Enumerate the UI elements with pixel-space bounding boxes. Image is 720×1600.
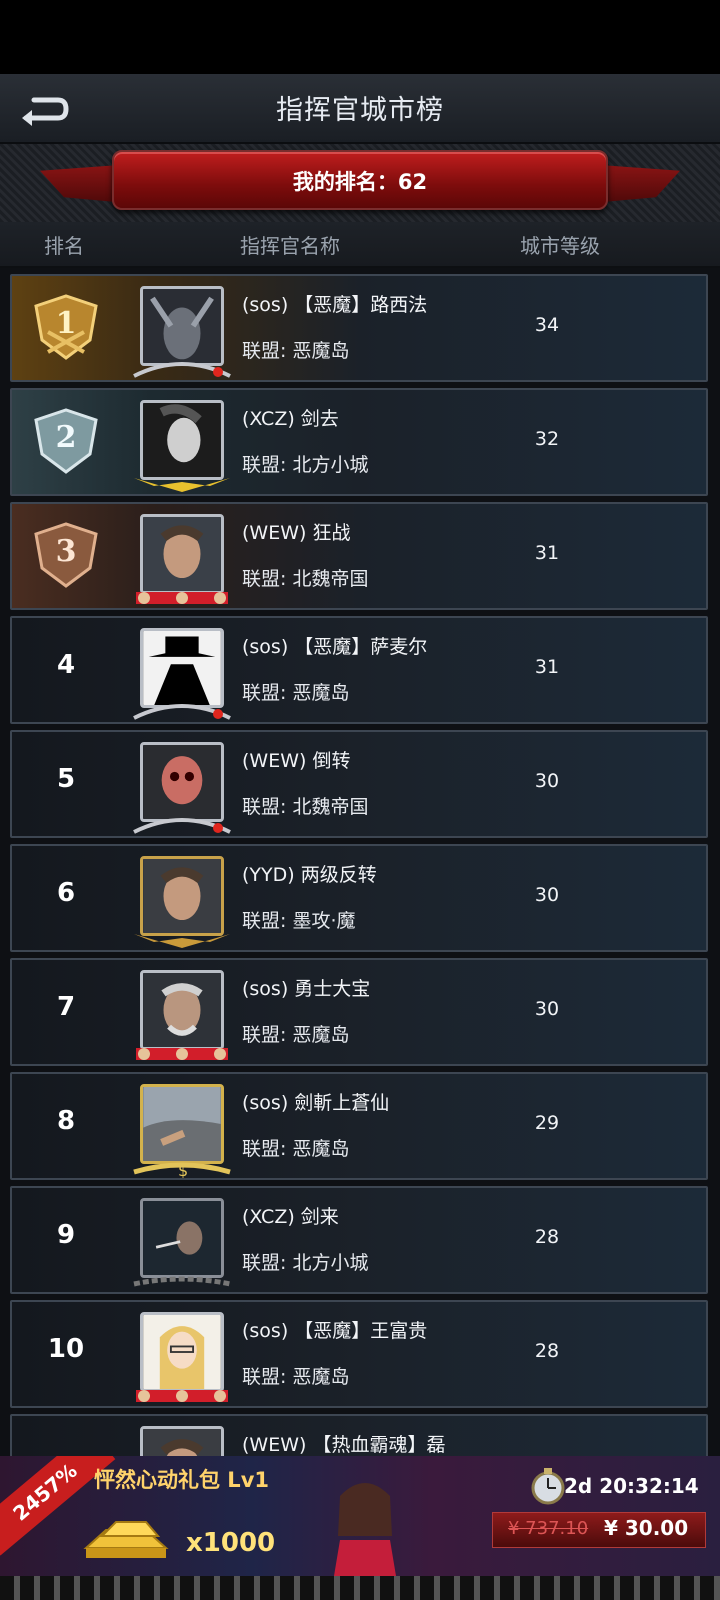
gold-wings-icon bbox=[134, 934, 230, 948]
alliance-name: 联盟: 恶魔岛 bbox=[242, 682, 350, 704]
commander-name: (XCZ) 剑去 bbox=[242, 408, 339, 430]
column-header-rank: 排名 bbox=[44, 234, 84, 258]
ranking-row[interactable]: 2 (XCZ) 剑去 联盟: 北方小城 32 bbox=[10, 388, 708, 496]
city-level: 29 bbox=[534, 1112, 560, 1134]
rank-number: 1 bbox=[55, 306, 77, 341]
page-title: 指挥官城市榜 bbox=[276, 95, 444, 126]
ranking-row[interactable]: 3 (WEW) 狂战 联盟: 北魏帝国 31 bbox=[10, 502, 708, 610]
alliance-name: 联盟: 恶魔岛 bbox=[242, 340, 350, 362]
ranking-list[interactable]: 1 (sos) 【恶魔】路西法 联盟: 恶魔岛 34 2 (XCZ) 剑去 联盟… bbox=[0, 268, 720, 1456]
red-ribbon-icon bbox=[136, 1390, 228, 1402]
my-rank-banner: 我的排名：62 bbox=[0, 144, 720, 222]
city-level: 28 bbox=[534, 1340, 560, 1362]
sale-price: ¥ 30.00 bbox=[604, 1516, 689, 1540]
avatar[interactable] bbox=[130, 396, 230, 492]
banner-ribbon: 我的排名：62 bbox=[112, 150, 608, 210]
column-header-level: 城市等级 bbox=[520, 234, 600, 258]
avatar[interactable] bbox=[130, 1422, 230, 1456]
silver-medal-icon: 2 bbox=[26, 406, 106, 478]
ranking-row[interactable]: 4 (sos) 【恶魔】萨麦尔 联盟: 恶魔岛 31 bbox=[10, 616, 708, 724]
alliance-name: 联盟: 北魏帝国 bbox=[242, 796, 369, 818]
gift-pack-banner[interactable]: 2457% 怦然心动礼包 Lv1 x1000 2d 20:32:14 ¥ 737… bbox=[0, 1456, 720, 1600]
alliance-name: 联盟: 恶魔岛 bbox=[242, 1024, 350, 1046]
rank-number: 4 bbox=[56, 650, 76, 680]
avatar[interactable] bbox=[130, 510, 230, 604]
commander-name: (WEW) 【热血霸魂】磊 bbox=[242, 1434, 446, 1456]
avatar[interactable] bbox=[130, 282, 231, 378]
rank-number: 5 bbox=[56, 764, 76, 794]
rank-number: 9 bbox=[56, 1220, 76, 1250]
status-bar bbox=[0, 0, 720, 74]
alliance-name: 联盟: 北方小城 bbox=[242, 1252, 369, 1274]
gold-wings-icon bbox=[134, 478, 230, 492]
alliance-name: 联盟: 墨攻·魔 bbox=[242, 910, 356, 932]
avatar[interactable] bbox=[130, 852, 230, 948]
my-rank-text: 我的排名：62 bbox=[292, 170, 428, 194]
rank-number: 7 bbox=[56, 992, 76, 1022]
ranking-row[interactable]: 6 (YYD) 两级反转 联盟: 墨攻·魔 30 bbox=[10, 844, 708, 952]
avatar[interactable]: $ bbox=[130, 1080, 231, 1178]
ranking-row[interactable]: 1 (sos) 【恶魔】路西法 联盟: 恶魔岛 34 bbox=[10, 274, 708, 382]
red-ornament-icon bbox=[133, 362, 231, 378]
alliance-name: 联盟: 恶魔岛 bbox=[242, 1366, 350, 1388]
gift-quantity: x1000 bbox=[186, 1528, 276, 1558]
commander-name: (sos) 【恶魔】王富贵 bbox=[242, 1320, 428, 1342]
avatar[interactable] bbox=[130, 1308, 230, 1402]
alliance-name: 联盟: 恶魔岛 bbox=[242, 1138, 350, 1160]
red-ribbon-icon bbox=[136, 592, 228, 604]
city-level: 28 bbox=[534, 1226, 560, 1248]
ranking-row[interactable]: 9 (XCZ) 剑来 联盟: 北方小城 28 bbox=[10, 1186, 708, 1294]
column-header-name: 指挥官名称 bbox=[240, 234, 340, 258]
commander-name: (WEW) 狂战 bbox=[242, 522, 351, 544]
avatar[interactable] bbox=[130, 1194, 231, 1288]
gold-ornament-icon: $ bbox=[133, 1161, 231, 1178]
ranking-row[interactable]: 7 (sos) 勇士大宝 联盟: 恶魔岛 30 bbox=[10, 958, 708, 1066]
header: 指挥官城市榜 bbox=[0, 74, 720, 144]
commander-name: (sos) 劍斬上蒼仙 bbox=[242, 1092, 390, 1114]
alliance-name: 联盟: 北方小城 bbox=[242, 454, 369, 476]
red-ornament-icon bbox=[133, 818, 231, 834]
commander-name: (sos) 【恶魔】路西法 bbox=[242, 294, 428, 316]
column-headers: 排名 指挥官名称 城市等级 bbox=[0, 222, 720, 268]
city-level: 31 bbox=[534, 542, 560, 564]
original-price: ¥ 737.10 bbox=[508, 1518, 589, 1539]
rank-number: 3 bbox=[55, 534, 77, 569]
alliance-name: 联盟: 北魏帝国 bbox=[242, 568, 369, 590]
chain-ornament-icon bbox=[133, 1276, 231, 1287]
commander-name: (YYD) 两级反转 bbox=[242, 864, 377, 886]
commander-name: (XCZ) 剑来 bbox=[242, 1206, 339, 1228]
bronze-medal-icon: 3 bbox=[26, 520, 106, 592]
commander-name: (WEW) 倒转 bbox=[242, 750, 351, 772]
film-strip-decoration bbox=[0, 1576, 720, 1600]
avatar[interactable] bbox=[130, 624, 231, 720]
commander-name: (sos) 【恶魔】萨麦尔 bbox=[242, 636, 428, 658]
stopwatch-icon bbox=[531, 1468, 565, 1505]
gift-pack-title: 怦然心动礼包 Lv1 bbox=[94, 1468, 269, 1492]
gold-medal-icon: 1 bbox=[26, 292, 106, 364]
red-ribbon-icon bbox=[136, 1048, 228, 1060]
commander-name: (sos) 勇士大宝 bbox=[242, 978, 371, 1000]
city-level: 34 bbox=[534, 314, 560, 336]
city-level: 31 bbox=[534, 656, 560, 678]
avatar[interactable] bbox=[130, 738, 231, 834]
city-level: 32 bbox=[534, 428, 560, 450]
city-level: 30 bbox=[534, 884, 560, 906]
ranking-row[interactable]: 8 $ (sos) 劍斬上蒼仙 联盟: 恶魔岛 29 bbox=[10, 1072, 708, 1180]
rank-number: 2 bbox=[55, 420, 77, 455]
city-level: 30 bbox=[534, 770, 560, 792]
ranking-row[interactable]: 5 (WEW) 倒转 联盟: 北魏帝国 30 bbox=[10, 730, 708, 838]
city-level: 30 bbox=[534, 998, 560, 1020]
gold-bars-icon bbox=[83, 1521, 169, 1558]
svg-text:$: $ bbox=[178, 1161, 188, 1178]
red-ornament-icon bbox=[133, 704, 231, 720]
rank-number: 10 bbox=[47, 1334, 85, 1364]
ranking-row[interactable]: 10 (sos) 【恶魔】王富贵 联盟: 恶魔岛 28 bbox=[10, 1300, 708, 1408]
ranking-row[interactable]: (WEW) 【热血霸魂】磊 bbox=[10, 1414, 708, 1456]
countdown-timer: 2d 20:32:14 bbox=[564, 1474, 699, 1498]
rank-number: 6 bbox=[56, 878, 76, 908]
rank-number: 8 bbox=[56, 1106, 76, 1136]
avatar[interactable] bbox=[130, 966, 230, 1060]
